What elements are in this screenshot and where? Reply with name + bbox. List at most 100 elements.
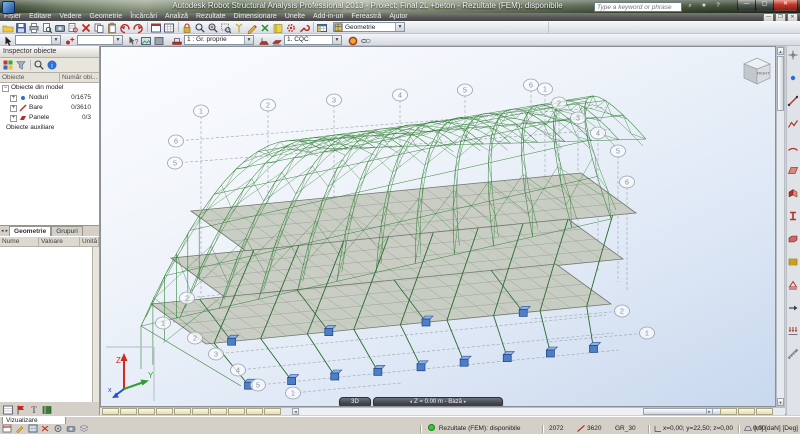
object-snap-icon[interactable] <box>53 424 63 433</box>
view-tab[interactable] <box>264 408 281 415</box>
filter-grid-icon[interactable] <box>2 59 15 71</box>
menu-addinuri[interactable]: Add-in-uri <box>309 13 347 21</box>
viewcube[interactable]: RIGHT <box>739 55 775 87</box>
expand-icon[interactable]: + <box>10 105 17 112</box>
open-icon[interactable] <box>2 21 15 33</box>
camera-status-icon[interactable] <box>66 424 76 433</box>
scroll-up-icon[interactable]: ▲ <box>777 47 784 55</box>
3d-viewport[interactable]: 12345612345665212345121 RIGHT Z <box>100 46 776 407</box>
horizontal-scrollbar[interactable] <box>300 408 706 415</box>
mode-selector[interactable]: 1. CQC ▼ <box>284 35 342 45</box>
screen-capture-icon[interactable] <box>54 21 67 33</box>
tables-icon[interactable] <box>316 21 329 33</box>
snap-toggle-icon[interactable] <box>40 424 50 433</box>
arc-icon[interactable] <box>787 140 800 152</box>
column-name[interactable]: Nume <box>0 237 39 246</box>
save-icon[interactable] <box>15 21 28 33</box>
pointer-help-icon[interactable]: ? <box>127 34 140 46</box>
list-view-icon[interactable] <box>2 404 15 416</box>
link-icon[interactable] <box>360 34 373 46</box>
collapse-icon[interactable]: − <box>2 85 9 92</box>
close-button[interactable]: ✕ <box>773 0 798 11</box>
menu-editare[interactable]: Editare <box>25 13 55 21</box>
support-icon[interactable] <box>787 278 800 290</box>
axis-definition-icon[interactable] <box>787 48 800 60</box>
chevron-down-icon[interactable]: ▼ <box>332 36 341 44</box>
view-manager-icon[interactable] <box>2 424 12 433</box>
results-status[interactable]: Rezultate (FEM): disponibile <box>428 424 520 434</box>
maximize-button[interactable]: ▢ <box>755 0 774 11</box>
floor-icon[interactable] <box>271 34 284 46</box>
layout-selector[interactable]: Geometrie ▼ <box>333 22 405 32</box>
render-icon[interactable] <box>347 34 360 46</box>
menu-ajutor[interactable]: Ajutor <box>385 13 411 21</box>
column-value[interactable]: Valoare <box>39 237 80 246</box>
menu-rezultate[interactable]: Rezultate <box>192 13 230 21</box>
menu-vedere[interactable]: Vedere <box>55 13 85 21</box>
view-config-button[interactable] <box>756 408 773 415</box>
units-display[interactable]: [m] [daN] [Deg] <box>754 424 798 434</box>
column-objects[interactable]: Obiecte <box>0 73 59 82</box>
app-icon[interactable] <box>2 1 15 14</box>
view-tab[interactable] <box>174 408 191 415</box>
wall-icon[interactable] <box>258 34 271 46</box>
undo-icon[interactable] <box>119 21 132 33</box>
profile-icon[interactable] <box>787 232 800 244</box>
level-selector-pill[interactable]: ◂Z = 0.00 m - Bază▸ <box>373 397 503 407</box>
panel-icon[interactable] <box>787 163 800 175</box>
lock-icon[interactable] <box>181 21 194 33</box>
calculation-window-icon[interactable] <box>150 21 163 33</box>
section-icon[interactable] <box>787 209 800 221</box>
menu-fisier[interactable]: Fișier <box>0 13 25 21</box>
axes-icon[interactable] <box>233 21 246 33</box>
menu-dimensionare[interactable]: Dimensionare <box>230 13 281 21</box>
scroll-left-icon[interactable]: ◄ <box>292 408 299 415</box>
flag-icon[interactable] <box>15 404 28 416</box>
search-icon[interactable]: ⌕ <box>684 2 696 11</box>
menu-analiza[interactable]: Analiză <box>161 13 192 21</box>
node-numbers-icon[interactable] <box>64 34 77 46</box>
wall-object-icon[interactable] <box>787 186 800 198</box>
text-icon[interactable]: T <box>28 404 41 416</box>
preferences-icon[interactable] <box>285 21 298 33</box>
vertical-scrollbar[interactable]: ▲ ▼ <box>776 46 785 407</box>
chevron-down-icon[interactable]: ▼ <box>113 36 122 44</box>
zoom-icon[interactable] <box>194 21 207 33</box>
book-icon[interactable] <box>41 404 54 416</box>
info-icon[interactable]: i <box>46 59 59 71</box>
find-object-icon[interactable] <box>67 21 80 33</box>
tab-grupuri[interactable]: Grupuri <box>51 226 83 236</box>
chevron-down-icon[interactable]: ▼ <box>244 36 253 44</box>
zoom-in-icon[interactable] <box>207 21 220 33</box>
tree-item-bars[interactable]: + Bare 0/3610 <box>0 103 99 113</box>
menu-incarcari[interactable]: Încărcări <box>126 13 161 21</box>
view-mode-pill[interactable]: 3D <box>339 397 371 407</box>
node-icon[interactable] <box>787 71 800 83</box>
paste-icon[interactable] <box>106 21 119 33</box>
scrollbar-thumb[interactable] <box>777 56 784 111</box>
load-case-icon[interactable] <box>171 34 184 46</box>
chevron-down-icon[interactable]: ▼ <box>395 23 404 31</box>
minimize-button[interactable]: — <box>737 0 756 11</box>
layers-status-icon[interactable] <box>79 424 89 433</box>
view-tab[interactable] <box>192 408 209 415</box>
edit-icon[interactable] <box>246 21 259 33</box>
infocenter-search-input[interactable] <box>594 2 682 12</box>
view-tab[interactable] <box>138 408 155 415</box>
menu-geometrie[interactable]: Geometrie <box>86 13 127 21</box>
help-icon[interactable]: ? <box>712 2 724 11</box>
view-tab[interactable] <box>228 408 245 415</box>
view-config-button[interactable] <box>738 408 755 415</box>
grid-toggle-icon[interactable] <box>28 424 38 433</box>
load-icon[interactable] <box>787 324 800 336</box>
column-number[interactable]: Număr obi... <box>59 73 99 82</box>
selection-icon[interactable] <box>259 21 272 33</box>
expand-icon[interactable]: + <box>10 95 17 102</box>
load-case-selector[interactable]: 1 : Gr. proprie ▼ <box>184 35 254 45</box>
zoom-window-icon[interactable] <box>220 21 233 33</box>
search-icon[interactable] <box>33 59 46 71</box>
current-group[interactable]: GR_30 <box>615 424 636 434</box>
menu-unelte[interactable]: Unelte <box>281 13 309 21</box>
view-tab[interactable] <box>102 408 119 415</box>
filter-icon[interactable] <box>15 59 28 71</box>
